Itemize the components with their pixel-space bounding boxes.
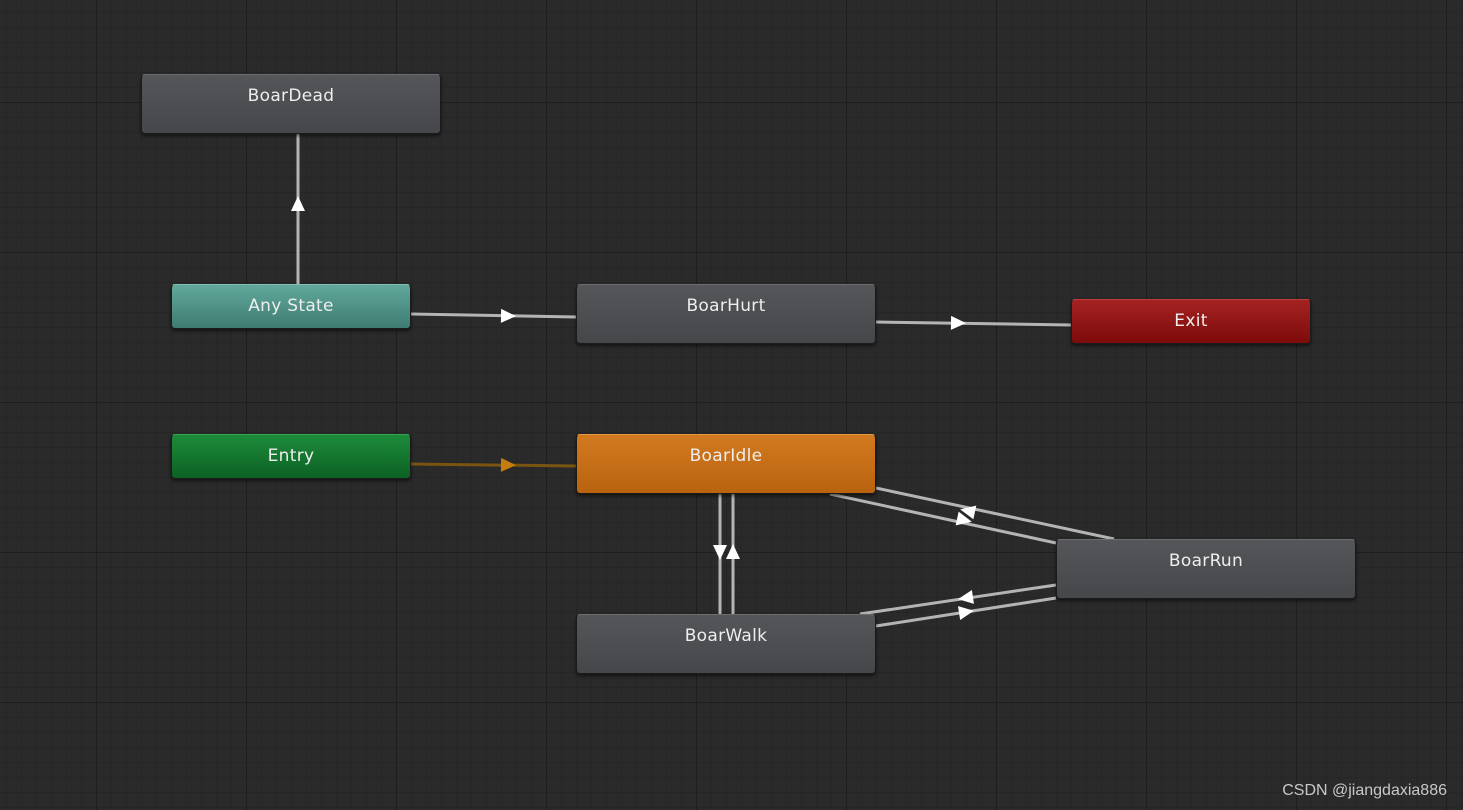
state-boar-walk-label: BoarWalk: [684, 626, 768, 646]
transition-arrow-icon: [726, 544, 740, 559]
state-boar-hurt-label: BoarHurt: [686, 296, 766, 316]
state-boar-dead-label: BoarDead: [247, 86, 335, 106]
state-boar-dead[interactable]: BoarDead: [141, 74, 441, 134]
transition-boarrun-to-boarwalk[interactable]: [859, 583, 1057, 616]
state-boar-run[interactable]: BoarRun: [1056, 539, 1356, 599]
transition-arrow-icon: [500, 308, 516, 323]
state-exit-label: Exit: [1174, 311, 1208, 331]
state-any-state-label: Any State: [248, 296, 334, 316]
state-exit[interactable]: Exit: [1071, 299, 1311, 344]
state-entry-label: Entry: [267, 446, 315, 466]
transition-entry-to-boaridle[interactable]: [410, 462, 577, 468]
state-any-state[interactable]: Any State: [171, 284, 411, 329]
state-boar-idle-label: BoarIdle: [689, 446, 763, 466]
transition-arrow-icon: [950, 315, 966, 330]
state-entry[interactable]: Entry: [171, 434, 411, 479]
transition-arrow-icon: [291, 196, 305, 211]
transition-boarrun-to-boaridle[interactable]: [875, 486, 1115, 541]
state-boar-hurt[interactable]: BoarHurt: [576, 284, 876, 344]
transition-boarhurt-to-exit[interactable]: [875, 320, 1072, 327]
state-boar-walk[interactable]: BoarWalk: [576, 614, 876, 674]
watermark-text: CSDN @jiangdaxia886: [1282, 782, 1447, 799]
transition-any-state-to-boarhurt[interactable]: [410, 312, 577, 319]
state-boar-run-label: BoarRun: [1168, 551, 1244, 571]
state-boar-idle[interactable]: BoarIdle: [576, 434, 876, 494]
transition-arrow-icon: [500, 457, 516, 472]
transition-arrow-icon: [713, 545, 727, 560]
